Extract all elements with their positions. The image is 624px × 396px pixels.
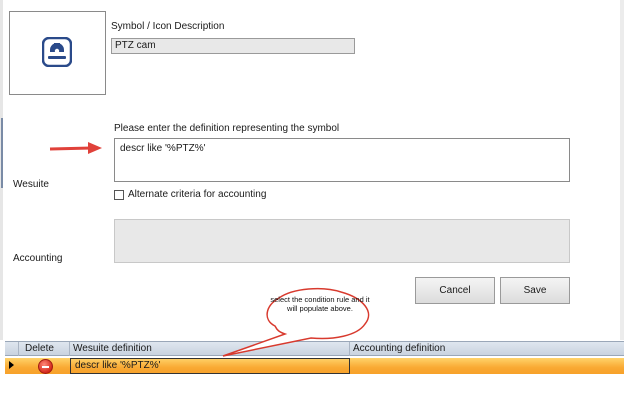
accounting-textarea[interactable] [114,219,570,263]
save-button[interactable]: Save [500,277,570,304]
wesuite-section-label: Wesuite [13,179,49,190]
column-header-delete[interactable]: Delete [19,342,70,356]
right-edge-strip [620,0,624,340]
alternate-criteria-label[interactable]: Alternate criteria for accounting [128,189,266,200]
red-arrow-annotation [49,142,102,154]
left-edge-accent [1,118,3,188]
alternate-criteria-checkbox[interactable] [114,190,124,200]
grid-row-header-column [5,342,19,356]
description-field[interactable]: PTZ cam [111,38,355,54]
description-label: Symbol / Icon Description [111,21,225,32]
delete-row-icon[interactable] [38,359,53,374]
callout-text: select the condition rule and it will po… [270,295,370,313]
ptz-camera-icon [42,37,72,67]
current-row-indicator-icon [9,361,14,369]
accounting-section-label: Accounting [13,253,63,264]
column-header-accounting-definition[interactable]: Accounting definition [350,342,624,356]
definition-textarea[interactable]: descr like '%PTZ%' [114,138,570,182]
wesuite-definition-cell[interactable]: descr like '%PTZ%' [70,358,350,374]
definition-prompt: Please enter the definition representing… [114,123,340,134]
symbol-preview[interactable] [9,11,106,95]
cancel-button[interactable]: Cancel [415,277,495,304]
